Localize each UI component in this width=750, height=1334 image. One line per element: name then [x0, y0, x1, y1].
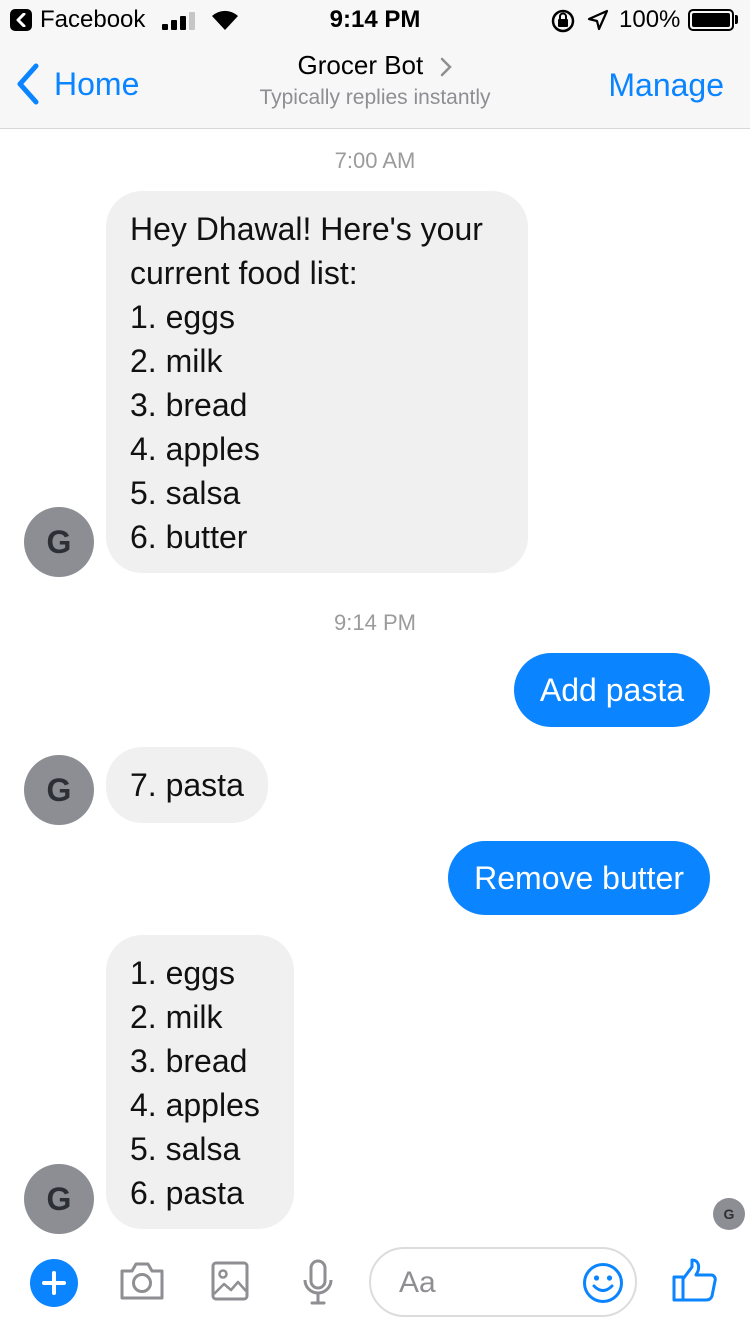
- manage-button[interactable]: Manage: [608, 67, 724, 104]
- message-line: 4. apples: [130, 431, 260, 467]
- message-input-box[interactable]: [369, 1247, 637, 1317]
- user-message: Remove butter: [448, 841, 710, 915]
- message-line: 1. eggs: [130, 955, 235, 991]
- message-text: 7. pasta: [130, 767, 244, 803]
- image-icon[interactable]: [210, 1260, 250, 1302]
- conversation-title-text: Grocer Bot: [297, 50, 424, 80]
- message-line: current food list:: [130, 255, 358, 291]
- bot-avatar[interactable]: G: [24, 1164, 94, 1234]
- battery-cap: [735, 15, 738, 24]
- message-input[interactable]: [397, 1261, 581, 1305]
- orientation-lock-icon: [551, 9, 575, 33]
- bot-message-food-list: Hey Dhawal! Here's your current food lis…: [106, 191, 528, 573]
- message-line: 5. salsa: [130, 1131, 241, 1167]
- bot-avatar[interactable]: G: [24, 755, 94, 825]
- message-line: 6. pasta: [130, 1175, 244, 1211]
- camera-icon[interactable]: [118, 1260, 166, 1302]
- bot-avatar[interactable]: G: [24, 507, 94, 577]
- user-message: Add pasta: [513, 653, 710, 727]
- thumbs-up-icon[interactable]: [670, 1256, 718, 1304]
- message-line: 1. eggs: [130, 299, 235, 335]
- message-line: 5. salsa: [130, 475, 241, 511]
- message-line: Hey Dhawal! Here's your: [130, 211, 483, 247]
- navigation-bar: Home Grocer Bot Typically replies instan…: [0, 40, 750, 129]
- location-icon: [587, 9, 609, 31]
- plus-icon[interactable]: [30, 1259, 78, 1307]
- read-receipt-avatar: G: [713, 1198, 745, 1230]
- emoji-icon[interactable]: [582, 1262, 624, 1304]
- bot-message: 7. pasta: [106, 747, 268, 823]
- battery-percent: 100%: [619, 6, 681, 33]
- timestamp: 7:00 AM: [334, 148, 416, 173]
- message-line: 2. milk: [130, 999, 223, 1035]
- battery-icon: [688, 9, 734, 31]
- status-bar: Facebook 9:14 PM 100%: [0, 0, 750, 40]
- bot-message-food-list: 1. eggs 2. milk 3. bread 4. apples 5. sa…: [106, 935, 294, 1229]
- message-line: 3. bread: [130, 387, 248, 423]
- message-line: 2. milk: [130, 343, 223, 379]
- message-line: 4. apples: [130, 1087, 260, 1123]
- message-line: 6. butter: [130, 519, 248, 555]
- timestamp: 9:14 PM: [334, 610, 416, 635]
- chevron-right-icon: [441, 57, 453, 77]
- message-line: 3. bread: [130, 1043, 248, 1079]
- microphone-icon[interactable]: [300, 1258, 336, 1308]
